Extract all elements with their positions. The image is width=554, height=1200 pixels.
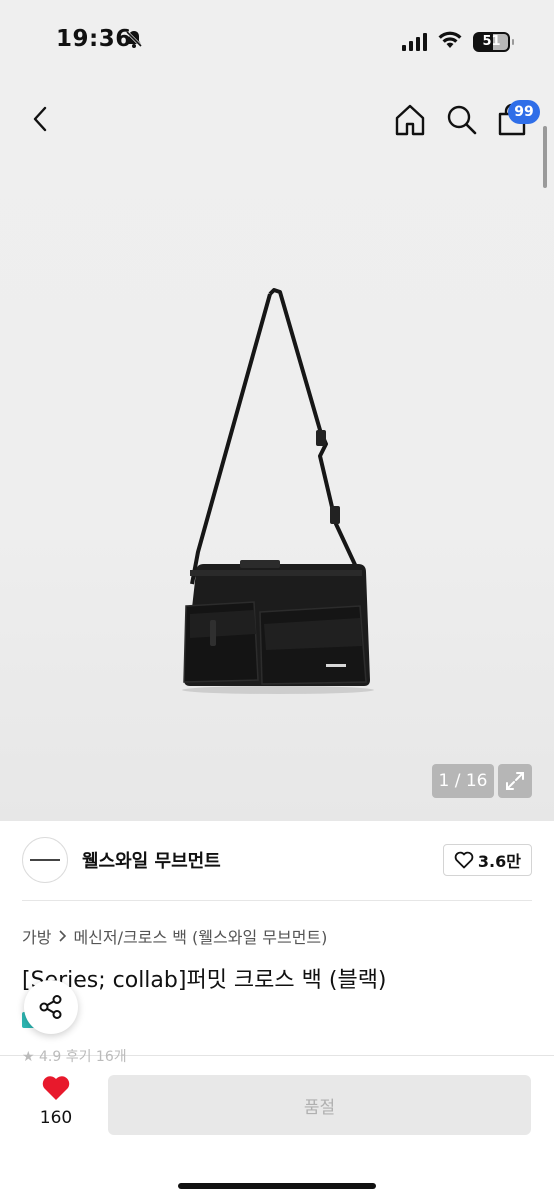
- breadcrumb-item-subcategory[interactable]: 메신저/크로스 백 (웰스와일 무브먼트): [73, 924, 327, 948]
- cart-badge: 99: [508, 100, 540, 124]
- image-counter: 1 / 16: [432, 764, 494, 798]
- divider: [22, 900, 532, 901]
- brand-like-count: 3.6만: [477, 852, 521, 871]
- brand-row[interactable]: 웰스와일 무브먼트 3.6만: [22, 836, 532, 884]
- home-indicator[interactable]: [178, 1183, 376, 1189]
- breadcrumb-item-category[interactable]: 가방: [22, 924, 51, 948]
- home-icon[interactable]: [392, 102, 428, 138]
- breadcrumb: 가방 메신저/크로스 백 (웰스와일 무브먼트): [22, 924, 327, 948]
- bell-muted-icon: [124, 29, 144, 53]
- heart-outline-icon: [454, 851, 474, 869]
- search-icon[interactable]: [444, 102, 480, 138]
- heart-filled-icon: [42, 1076, 70, 1100]
- back-icon[interactable]: [26, 104, 56, 134]
- expand-icon[interactable]: [498, 764, 532, 798]
- chevron-right-icon: [59, 930, 67, 942]
- share-icon: [39, 995, 62, 1019]
- brand-logo[interactable]: [22, 837, 68, 883]
- product-image: [182, 288, 374, 694]
- battery-icon: 51: [473, 31, 514, 52]
- wish-count: 160: [39, 1108, 73, 1128]
- scrollbar[interactable]: [543, 126, 547, 188]
- rating-peek: ★ 4.9 후기 16개: [22, 1049, 127, 1065]
- status-bar: 19:36 51: [0, 0, 554, 84]
- signal-icon: [402, 32, 427, 51]
- brand-name[interactable]: 웰스와일 무브먼트: [82, 847, 221, 873]
- battery-level: 51: [482, 34, 501, 49]
- share-button[interactable]: [24, 980, 78, 1034]
- brand-like-button[interactable]: 3.6만: [442, 844, 532, 876]
- status-time: 19:36: [56, 26, 132, 52]
- wish-button[interactable]: 160: [28, 1074, 84, 1128]
- product-title: [Series; collab]퍼밋 크로스 백 (블랙): [22, 968, 387, 993]
- bottom-action-bar: ★ 4.9 후기 16개 160 품절: [0, 1049, 554, 1200]
- product-gallery[interactable]: 99 1 / 16: [0, 84, 554, 821]
- status-indicators: 51: [402, 30, 514, 53]
- wifi-icon: [437, 30, 463, 53]
- soldout-button[interactable]: 품절: [108, 1075, 531, 1135]
